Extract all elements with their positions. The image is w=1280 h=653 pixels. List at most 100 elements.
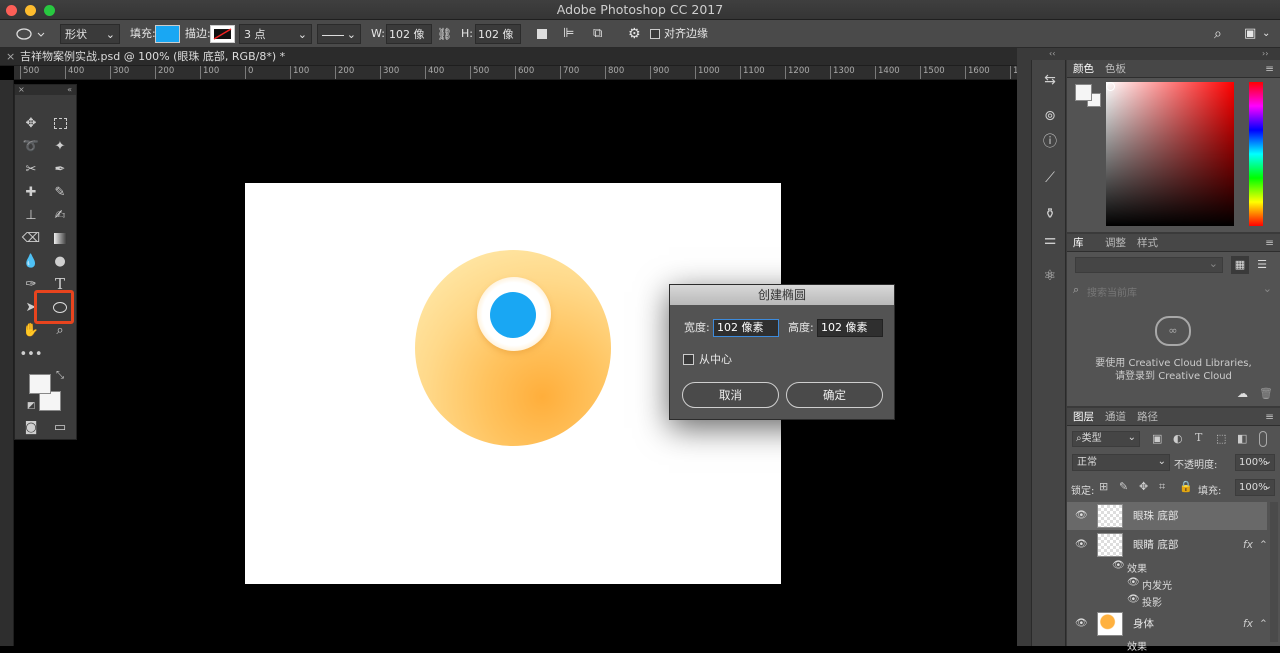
history-icon[interactable]: ⇆ <box>1040 70 1060 90</box>
brush-presets-icon[interactable]: ⚱ <box>1040 204 1060 224</box>
path-alignment-icon[interactable]: ⊫ <box>563 24 574 44</box>
stroke-type-select[interactable]: ⌄ <box>317 24 361 44</box>
tab-swatches[interactable]: 色板 <box>1105 60 1126 78</box>
close-window-button[interactable] <box>6 5 17 16</box>
zoom-tool-icon[interactable]: ⌕ <box>47 319 73 341</box>
filter-pixel-icon[interactable]: ▣ <box>1152 432 1162 445</box>
foreground-color-swatch[interactable] <box>29 374 51 394</box>
swap-colors-icon[interactable]: ⤡ <box>56 370 64 381</box>
healing-brush-tool-icon[interactable]: ✚ <box>18 181 44 203</box>
info-icon[interactable]: ⓘ <box>1040 132 1060 152</box>
marquee-tool-icon[interactable] <box>47 112 73 134</box>
blur-tool-icon[interactable]: 💧 <box>18 250 44 272</box>
filter-type-icon[interactable]: T <box>1195 431 1202 444</box>
shape-mode-select[interactable]: 形状 ⌄ <box>60 24 120 44</box>
chevron-up-icon[interactable]: ⌃ <box>1259 610 1268 638</box>
collapse-panels-icon[interactable]: ›› <box>1262 49 1268 58</box>
eye-icon[interactable]: 👁 <box>1075 610 1088 638</box>
default-colors-icon[interactable]: ◩ <box>27 401 36 411</box>
zoom-window-button[interactable] <box>44 5 55 16</box>
chevron-up-icon[interactable]: ⌃ <box>1259 531 1268 559</box>
list-view-icon[interactable]: ☰ <box>1253 256 1271 274</box>
brush-tool-icon[interactable]: ✎ <box>47 181 73 203</box>
history-brush-tool-icon[interactable]: ✍ <box>47 204 73 226</box>
minimize-window-button[interactable] <box>25 5 36 16</box>
more-tools-icon[interactable]: ••• <box>18 343 44 365</box>
workspace-icon[interactable]: ▣ <box>1244 24 1256 44</box>
stroke-color-swatch[interactable] <box>210 25 235 43</box>
dodge-tool-icon[interactable]: ● <box>47 250 73 272</box>
quick-mask-icon[interactable]: ◙ <box>18 416 44 438</box>
background-color-swatch[interactable] <box>39 391 61 411</box>
eye-icon[interactable]: 👁 <box>1112 560 1125 571</box>
path-arrangement-icon[interactable]: ⧉ <box>593 24 602 44</box>
link-dimensions-icon[interactable]: ⛓ <box>437 24 452 44</box>
library-select[interactable]: ⌄ <box>1075 257 1223 273</box>
color-picker-marker[interactable] <box>1106 82 1115 91</box>
move-tool-icon[interactable]: ✥ <box>18 112 44 134</box>
ellipse-width-input[interactable]: 102 像素 <box>713 319 779 337</box>
align-edges-checkbox[interactable] <box>650 29 660 39</box>
tool-preset-picker[interactable] <box>12 24 48 44</box>
3d-icon[interactable]: ⚛ <box>1040 266 1060 286</box>
layer-row[interactable]: 👁 身体 fx ⌃ <box>1067 610 1268 638</box>
blend-mode-select[interactable]: 正常 ⌄ <box>1072 454 1170 471</box>
document-tab[interactable]: 吉祥物案例实战.psd @ 100% (眼珠 底部, RGB/8*) * <box>20 48 285 66</box>
collapse-icons-icon[interactable]: ‹‹ <box>1049 49 1055 58</box>
lock-transparent-icon[interactable]: ⊞ <box>1099 480 1108 493</box>
library-search-input[interactable]: 搜索当前库 <box>1087 284 1137 299</box>
hue-slider[interactable] <box>1249 82 1263 226</box>
fx-badge[interactable]: fx <box>1243 531 1253 559</box>
tab-layers[interactable]: 图层 <box>1073 408 1094 426</box>
tools-panel-header[interactable]: × « <box>15 85 76 95</box>
properties-icon[interactable]: ⚌ <box>1040 230 1060 250</box>
cloud-sync-icon[interactable]: ☁ <box>1237 387 1248 400</box>
filter-shape-icon[interactable]: ⬚ <box>1216 432 1226 445</box>
layer-filter-select[interactable]: ⌕类型 ⌄ <box>1072 431 1140 447</box>
fill-color-swatch[interactable] <box>155 25 180 43</box>
tab-channels[interactable]: 通道 <box>1105 408 1126 426</box>
path-operations-icon[interactable] <box>537 29 547 39</box>
eye-icon[interactable]: 👁 <box>1127 577 1140 588</box>
close-tab-icon[interactable]: × <box>6 48 15 66</box>
screen-mode-icon[interactable]: ▭ <box>47 416 73 438</box>
lock-all-icon[interactable]: 🔒 <box>1179 480 1193 493</box>
lock-artboard-icon[interactable]: ⌗ <box>1159 480 1165 494</box>
cancel-button[interactable]: 取消 <box>682 382 779 408</box>
search-icon[interactable]: ⌕ <box>1214 24 1222 44</box>
lasso-tool-icon[interactable]: ➰ <box>18 135 44 157</box>
filter-toggle[interactable] <box>1259 431 1267 447</box>
layer-row[interactable]: 👁 眼睛 底部 fx ⌃ <box>1067 531 1268 559</box>
panel-menu-icon[interactable]: ≡ <box>1265 234 1274 252</box>
eraser-tool-icon[interactable]: ⌫ <box>18 227 44 249</box>
eyedropper-tool-icon[interactable]: ✒ <box>47 158 73 180</box>
opacity-field[interactable]: 100% ⌄ <box>1235 454 1275 471</box>
gradient-tool-icon[interactable] <box>47 227 73 249</box>
tab-color[interactable]: 颜色 <box>1073 60 1094 78</box>
gear-icon[interactable]: ⚙ <box>628 24 641 44</box>
panel-menu-icon[interactable]: ≡ <box>1265 408 1274 426</box>
layers-scrollbar[interactable] <box>1270 502 1278 642</box>
fg-color-swatch[interactable] <box>1075 84 1092 101</box>
ellipse-height-input[interactable]: 102 像素 <box>817 319 883 337</box>
tab-styles[interactable]: 样式 <box>1137 234 1158 252</box>
fill-field[interactable]: 100% ⌄ <box>1235 479 1275 496</box>
ok-button[interactable]: 确定 <box>786 382 883 408</box>
paths-icon[interactable]: ⟋ <box>1040 168 1060 188</box>
tab-paths[interactable]: 路径 <box>1137 408 1158 426</box>
shape-width-field[interactable]: 102 像素 <box>386 24 432 61</box>
lock-pixels-icon[interactable]: ✎ <box>1119 480 1128 493</box>
stroke-width-field[interactable]: 3 点 ⌄ <box>239 24 312 44</box>
crop-tool-icon[interactable]: ✂ <box>18 158 44 180</box>
grid-view-icon[interactable]: ▦ <box>1231 256 1249 274</box>
filter-smart-object-icon[interactable]: ◧ <box>1237 432 1247 445</box>
filter-adjustment-icon[interactable]: ◐ <box>1173 432 1183 445</box>
color-field[interactable] <box>1106 82 1234 226</box>
eye-icon[interactable]: 👁 <box>1075 502 1088 530</box>
tab-libraries[interactable]: 库 <box>1073 234 1084 252</box>
from-center-checkbox[interactable] <box>683 354 694 365</box>
trash-icon[interactable]: 🗑 <box>1259 387 1273 400</box>
magic-wand-tool-icon[interactable]: ✦ <box>47 135 73 157</box>
shape-height-field[interactable]: 102 像素 <box>475 24 521 61</box>
actions-icon[interactable]: ⊚ <box>1040 106 1060 126</box>
